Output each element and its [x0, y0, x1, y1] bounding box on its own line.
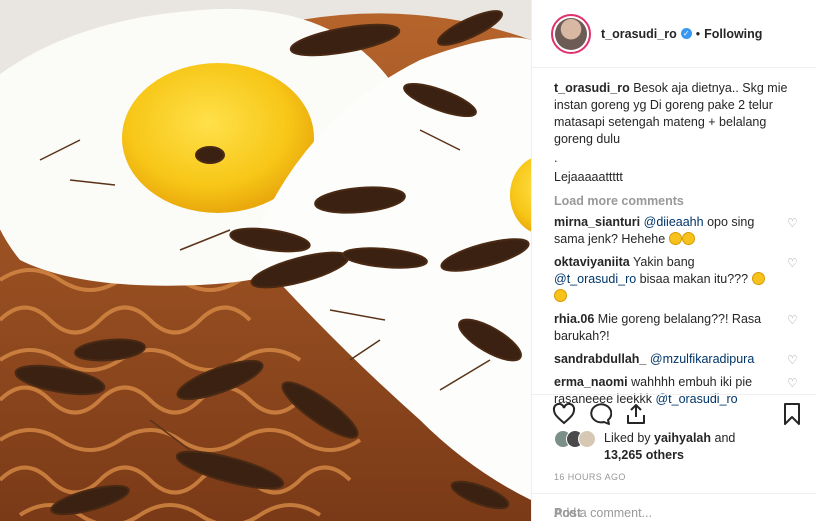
like-comment-heart-icon[interactable]: ♡: [787, 217, 799, 229]
liker-avatar: [578, 430, 596, 448]
comment-text: Yakin bang: [632, 255, 695, 269]
likes-summary: Liked by yaihyalah and 13,265 others: [554, 430, 794, 464]
grinning-emoji-icon: [751, 272, 765, 285]
caption-line-2: .: [554, 151, 558, 165]
comment-username[interactable]: rhia.06: [554, 312, 594, 326]
comment-bubble-icon[interactable]: [588, 402, 612, 426]
liker-username[interactable]: yaihyalah: [654, 431, 711, 445]
likes-text: Liked by yaihyalah and 13,265 others: [604, 430, 735, 464]
post-side-panel: t_orasudi_ro ✓ • Following t_orasudi_ro …: [531, 0, 816, 521]
comment-text-2: bisaa makan itu???: [636, 272, 749, 286]
comment-mention[interactable]: @mzulfikaradipura: [650, 352, 754, 366]
comment-username[interactable]: mirna_sianturi: [554, 215, 640, 229]
like-heart-icon[interactable]: [552, 402, 576, 426]
comment-username[interactable]: erma_naomi: [554, 375, 628, 389]
author-username[interactable]: t_orasudi_ro: [601, 27, 677, 41]
verified-badge-icon: ✓: [680, 28, 692, 39]
post-comment-button[interactable]: Post: [554, 506, 799, 520]
caption-username[interactable]: t_orasudi_ro: [554, 81, 630, 95]
comments-section: t_orasudi_ro Besok aja dietnya.. Skg mie…: [554, 80, 799, 408]
share-upload-icon[interactable]: [624, 402, 648, 426]
grinning-emoji-icon: [668, 232, 682, 245]
like-comment-heart-icon[interactable]: ♡: [787, 314, 799, 326]
actions-divider: [532, 394, 816, 395]
load-more-comments-button[interactable]: Load more comments: [554, 194, 799, 208]
liker-avatars: [554, 430, 604, 452]
likes-count[interactable]: 13,265 others: [604, 448, 684, 462]
post-photo-image: [0, 0, 531, 521]
comment-mention[interactable]: @diieaahh: [644, 215, 704, 229]
header-separator: •: [695, 26, 701, 41]
comment-username[interactable]: sandrabdullah_: [554, 352, 646, 366]
comment-mention[interactable]: @t_orasudi_ro: [554, 272, 636, 286]
post-caption: t_orasudi_ro Besok aja dietnya.. Skg mie…: [554, 80, 799, 186]
comment-item: sandrabdullah_ @mzulfikaradipura ♡: [554, 351, 799, 368]
caption-line-3: Lejaaaaattttt: [554, 170, 623, 184]
save-bookmark-icon[interactable]: [780, 402, 804, 426]
like-comment-heart-icon[interactable]: ♡: [787, 377, 799, 389]
smiling-emoji-icon: [681, 232, 695, 245]
post-photo[interactable]: [0, 0, 531, 521]
author-avatar[interactable]: [551, 13, 591, 54]
post-header: t_orasudi_ro ✓ • Following: [532, 0, 816, 68]
like-comment-heart-icon[interactable]: ♡: [787, 354, 799, 366]
following-button[interactable]: Following: [704, 27, 762, 41]
comment-username[interactable]: oktaviyaniita: [554, 255, 630, 269]
likes-prefix: Liked by: [604, 431, 655, 445]
comment-item: oktaviyaniita Yakin bang @t_orasudi_ro b…: [554, 254, 799, 305]
post-actions: [552, 402, 802, 426]
add-comment-bar: Add a comment... Post: [532, 493, 816, 521]
like-comment-heart-icon[interactable]: ♡: [787, 257, 799, 269]
comment-item: rhia.06 Mie goreng belalang??! Rasa baru…: [554, 311, 799, 345]
comment-item: mirna_sianturi @diieaahh opo sing sama j…: [554, 214, 799, 248]
post-timestamp[interactable]: 16 HOURS AGO: [554, 472, 626, 482]
confounded-emoji-icon: [554, 289, 567, 302]
likes-middle: and: [711, 431, 736, 445]
